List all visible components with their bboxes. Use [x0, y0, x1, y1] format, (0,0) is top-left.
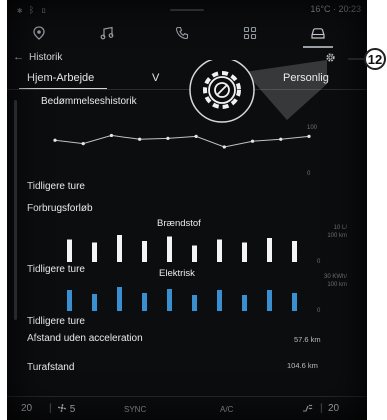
fuel-bar — [292, 241, 297, 262]
rating-point — [279, 137, 283, 141]
distance-no-accel-label: Afstand uden acceleration — [27, 333, 143, 344]
electric-bar — [292, 293, 297, 311]
left-temp[interactable]: 20 — [21, 403, 32, 414]
fuel-bar — [242, 242, 247, 262]
fuel-bar — [217, 239, 222, 262]
electric-bar — [167, 289, 172, 311]
tab-personlig[interactable]: Personlig — [283, 72, 329, 84]
fuel-bar — [142, 241, 147, 262]
nav-navigation[interactable] — [24, 20, 54, 46]
scrollbar[interactable] — [14, 100, 17, 320]
trip-distance-value: 104.6 km — [287, 361, 318, 370]
rating-point — [138, 137, 142, 141]
car-icon — [311, 28, 325, 39]
fan-control[interactable]: 5 — [57, 403, 75, 415]
fan-icon — [57, 403, 67, 413]
rating-series-line — [54, 134, 310, 148]
status-bar: ✱ ᛒ ▯ 16°C · 20:23 — [7, 0, 367, 18]
fuel-bar — [67, 239, 72, 262]
electric-bar — [192, 295, 197, 311]
fuel-bar — [192, 245, 197, 262]
electric-chart-title: Elektrisk — [159, 268, 195, 279]
fuel-bar — [267, 238, 272, 262]
electric-bar — [92, 294, 97, 311]
rating-point — [194, 134, 198, 138]
fuel-bar — [167, 236, 172, 262]
rating-point — [109, 133, 114, 138]
status-icons: ✱ ᛒ ▯ — [17, 5, 49, 15]
infotainment-screen: ✱ ᛒ ▯ 16°C · 20:23 ← Historik Hjem-Arbej… — [7, 0, 367, 420]
rating-point — [166, 136, 170, 140]
electric-bar — [242, 295, 247, 311]
rating-point — [307, 134, 311, 138]
seat-airflow-icon — [303, 404, 313, 412]
tab-divider — [7, 89, 367, 90]
tab-hjem-arbejde[interactable]: Hjem-Arbejde — [27, 72, 94, 84]
fan-level: 5 — [69, 404, 76, 415]
climate-bar: 20 | 5 SYNC A/C | 20 — [7, 396, 367, 420]
nav-apps[interactable] — [235, 20, 265, 46]
nav-phone[interactable] — [167, 20, 197, 46]
ac-button[interactable]: A/C — [220, 405, 233, 414]
callout-number: 12 — [364, 48, 386, 70]
fuel-bar — [92, 242, 97, 262]
callout-leader-line — [348, 58, 365, 60]
nav-vehicle[interactable] — [303, 20, 333, 48]
fuel-y-bottom: 0 — [317, 259, 321, 265]
trip-distance-label: Turafstand — [27, 362, 75, 373]
tab-v[interactable]: V — [152, 72, 159, 84]
fuel-chart-title: Brændstof — [157, 218, 201, 229]
right-temp[interactable]: 20 — [328, 403, 339, 414]
electric-bar-chart — [67, 287, 297, 311]
seat-heat-control[interactable] — [302, 403, 314, 416]
status-handle — [170, 9, 204, 11]
back-button[interactable]: ← — [13, 51, 24, 63]
fuel-previous-trips-link[interactable]: Tidligere ture — [27, 264, 85, 275]
electric-previous-trips-link[interactable]: Tidligere ture — [27, 316, 85, 327]
page-title: Historik — [29, 52, 63, 63]
apps-grid-icon — [243, 26, 257, 40]
rating-point — [222, 145, 226, 149]
phone-icon — [175, 26, 189, 40]
rating-point — [81, 142, 85, 146]
location-pin-icon — [33, 26, 45, 40]
fuel-bar-chart — [67, 235, 297, 262]
electric-bar — [142, 293, 147, 311]
electric-bar — [117, 287, 122, 311]
electric-bar — [67, 290, 72, 311]
rating-previous-trips-link[interactable]: Tidligere ture — [27, 181, 85, 192]
rating-point — [250, 139, 255, 143]
gear-icon — [326, 53, 335, 62]
sync-button[interactable]: SYNC — [124, 405, 146, 414]
fuel-bar — [117, 235, 122, 262]
electric-y-bottom: 0 — [317, 308, 321, 314]
rating-history-title: Bedømmelseshistorik — [41, 96, 137, 107]
distance-no-accel-value: 57.6 km — [294, 335, 321, 344]
electric-bar — [217, 290, 222, 311]
tab-bar: Hjem-Arbejde V Personlig — [7, 68, 367, 90]
rating-point — [53, 138, 57, 142]
music-icon — [100, 26, 114, 40]
rating-line-chart — [53, 133, 311, 149]
top-navigation — [7, 18, 367, 48]
bar-separator: | — [49, 403, 52, 414]
settings-button[interactable] — [325, 52, 336, 66]
consumption-history-title: Forbrugsforløb — [27, 203, 93, 214]
page-header: ← Historik — [7, 48, 367, 68]
bar-separator-right: | — [320, 403, 323, 414]
status-temp-time: 16°C · 20:23 — [310, 4, 361, 14]
nav-music[interactable] — [92, 20, 122, 46]
electric-bar — [267, 290, 272, 311]
